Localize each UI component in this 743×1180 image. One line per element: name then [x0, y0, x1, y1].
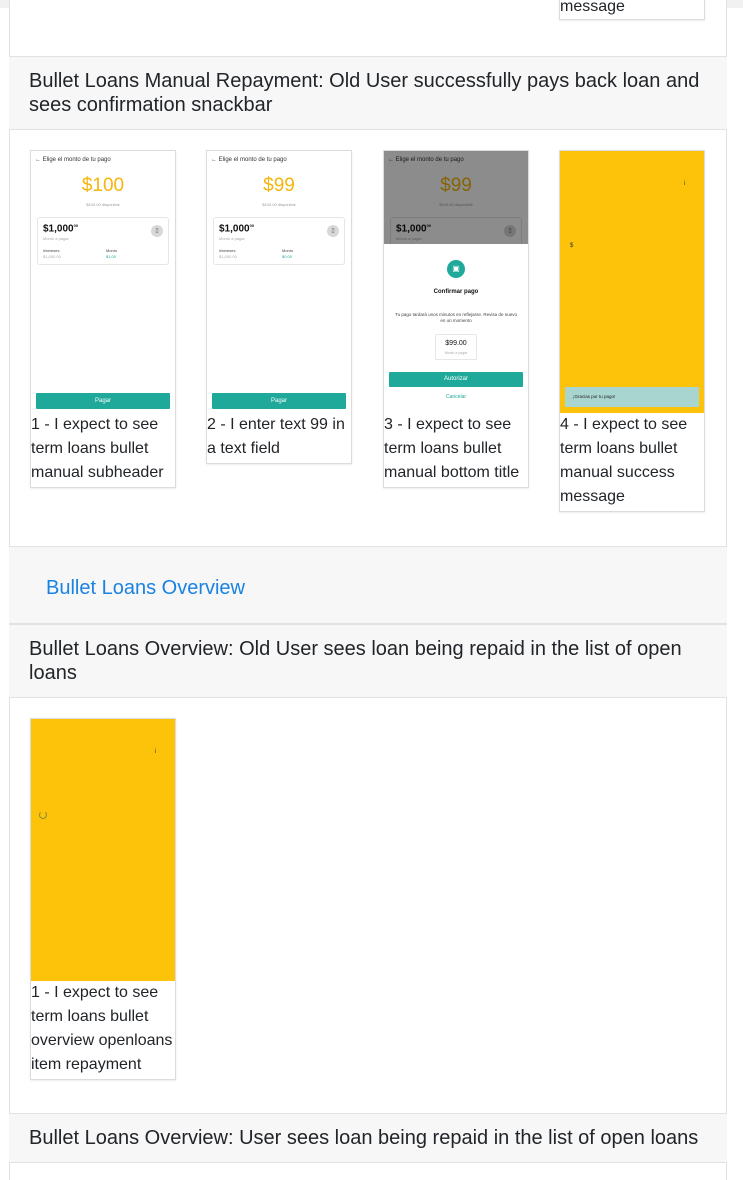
- feature-bar: Bullet Loans Overview: [9, 546, 727, 624]
- interest-value: $1,000.00: [43, 254, 61, 259]
- interest-value: $1,000.00: [219, 254, 237, 259]
- partial-step-card[interactable]: message: [559, 0, 705, 20]
- scenario-title: Bullet Loans Overview: User sees loan be…: [29, 1127, 699, 1149]
- loan-card: $1,00000 Monto a pagar ▯ Intereses $1,00…: [213, 217, 345, 265]
- success-snackbar: ¡Gracias por tu pago!: [565, 387, 699, 407]
- step-card[interactable]: ← Elige el monto de tu pago $100 $100.00…: [30, 150, 176, 488]
- step-caption: 3 - I expect to see term loans bullet ma…: [384, 416, 520, 481]
- sheet-text: Tu pago tardará unos minutos en reflejar…: [395, 312, 517, 323]
- modal-overlay: [384, 151, 528, 244]
- loading-spinner-icon: [39, 811, 47, 819]
- amount-display: $99: [263, 175, 295, 196]
- available-text: $100.00 disponible: [262, 202, 296, 207]
- sheet-amount: $99.00: [445, 340, 467, 347]
- scenario-title: Bullet Loans Manual Repayment: Old User …: [29, 70, 700, 116]
- available-text: $100.00 disponible: [86, 202, 120, 207]
- loan-card: $1,00000 Monto a pagar ▯ Intereses $1,00…: [37, 217, 169, 265]
- back-title: ← Elige el monto de tu pago: [35, 157, 111, 163]
- scenario-header: Bullet Loans Overview: User sees loan be…: [9, 1113, 727, 1163]
- step-card[interactable]: i $ ¡Gracias por tu pago! 4 - I expect t…: [559, 150, 705, 512]
- phone-screenshot[interactable]: ← Elige el monto de tu pago $99 $100.00 …: [384, 151, 528, 413]
- amount-value: $0.00: [282, 254, 293, 259]
- interest-label: Intereses: [219, 248, 236, 253]
- interest-label: Intereses: [43, 248, 60, 253]
- amount-value: $1.00: [106, 254, 117, 259]
- step-caption: message: [560, 0, 625, 15]
- amount-display: $100: [81, 175, 125, 196]
- step-card[interactable]: ← Elige el monto de tu pago $99 $100.00 …: [206, 150, 352, 464]
- copy-icon: ▯: [327, 225, 339, 237]
- sheet-amount-box: $99.00 Monto a pagar: [435, 334, 477, 360]
- loan-amount: $1,00000: [219, 223, 255, 235]
- scenario-title: Bullet Loans Overview: Old User sees loa…: [29, 638, 682, 684]
- phone-screenshot[interactable]: i $ ¡Gracias por tu pago!: [560, 151, 704, 413]
- corner-mark: i: [684, 181, 686, 187]
- phone-screenshot[interactable]: i: [31, 719, 175, 981]
- scenario-header: Bullet Loans Overview: Old User sees loa…: [9, 624, 727, 698]
- phone-screenshot[interactable]: ← Elige el monto de tu pago $99 $100.00 …: [207, 151, 351, 413]
- step-card[interactable]: ← Elige el monto de tu pago $99 $100.00 …: [383, 150, 529, 488]
- amount-label: Monto: [106, 248, 118, 253]
- step-caption: 1 - I expect to see term loans bullet ma…: [31, 416, 164, 481]
- back-title: ← Elige el monto de tu pago: [211, 157, 287, 163]
- step-caption: 1 - I expect to see term loans bullet ov…: [31, 984, 173, 1073]
- copy-icon: ▯: [151, 225, 163, 237]
- phone-screenshot[interactable]: ← Elige el monto de tu pago $100 $100.00…: [31, 151, 175, 413]
- phone-icon: ▣: [447, 260, 465, 278]
- feature-link[interactable]: Bullet Loans Overview: [46, 577, 245, 600]
- sheet-amount-sub: Monto a pagar: [444, 351, 468, 355]
- confirm-sheet: ▣ Confirmar pago Tu pago tardará unos mi…: [384, 244, 528, 413]
- step-card[interactable]: i 1 - I expect to see term loans bullet …: [30, 718, 176, 1080]
- step-caption: 4 - I expect to see term loans bullet ma…: [560, 416, 688, 505]
- step-caption: 2 - I enter text 99 in a text field: [207, 416, 345, 457]
- amount-label: Monto: [282, 248, 294, 253]
- loan-amount: $1,00000: [43, 223, 79, 235]
- pay-button[interactable]: Pagar: [212, 393, 346, 409]
- pay-button[interactable]: Pagar: [36, 393, 170, 409]
- loan-sub: Monto a pagar: [43, 236, 69, 241]
- report-page: message Bullet Loans Manual Repayment: O…: [0, 0, 743, 1180]
- dollar-sign: $: [570, 243, 574, 249]
- corner-mark: i: [155, 749, 157, 755]
- scenario-header: Bullet Loans Manual Repayment: Old User …: [9, 56, 727, 130]
- sheet-title: Confirmar pago: [433, 289, 479, 295]
- authorize-button[interactable]: Autorizar: [389, 372, 523, 387]
- loan-sub: Monto a pagar: [219, 236, 245, 241]
- cancel-link[interactable]: Cancelar: [384, 394, 528, 400]
